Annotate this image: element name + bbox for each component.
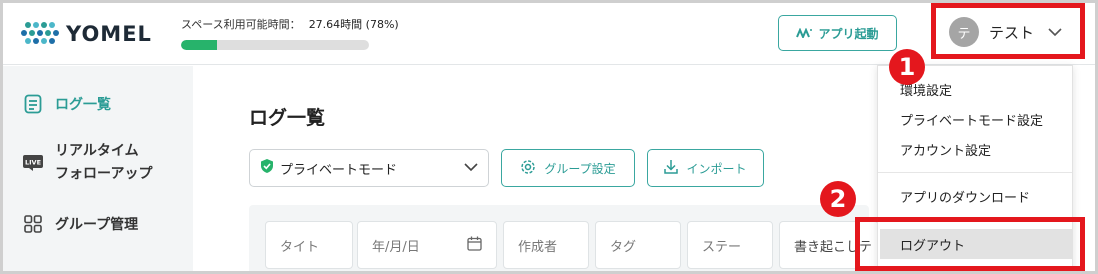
- sidebar-item-label-line1: リアルタイム: [55, 143, 139, 159]
- grid-icon: [23, 214, 43, 234]
- app-window: YOMEL スペース利用可能時間： 27.64時間 (78%) アプリ起動 テ …: [0, 0, 1098, 274]
- usage-progress-bar: [181, 40, 369, 50]
- step-badge-2: 2: [820, 181, 856, 217]
- brand-name: YOMEL: [66, 22, 152, 46]
- mode-select[interactable]: プライベートモード: [249, 149, 489, 187]
- filter-bar: タイト 年/月/日 作成者 タグ ステー 書き起こしテ: [249, 205, 879, 271]
- menu-divider: [878, 172, 1072, 173]
- date-filter-placeholder: 年/月/日: [372, 239, 420, 255]
- gear-icon: [520, 159, 536, 178]
- sidebar-item-realtime-followup[interactable]: LIVE リアルタイム フォローアップ: [23, 140, 152, 186]
- sidebar-item-logs[interactable]: ログ一覧: [23, 94, 111, 114]
- download-icon: [664, 159, 679, 177]
- highlight-box-user-menu: [931, 3, 1085, 59]
- logo[interactable]: YOMEL: [20, 19, 152, 49]
- group-settings-label: グループ設定: [544, 161, 616, 176]
- sidebar-item-label-line2: フォローアップ: [55, 166, 153, 182]
- yomel-mark-icon: [796, 28, 813, 38]
- menu-item-app-download[interactable]: アプリのダウンロード: [900, 187, 1030, 206]
- sidebar: ログ一覧 LIVE リアルタイム フォローアップ グループ管理: [3, 66, 193, 271]
- shield-check-icon: [260, 158, 274, 178]
- step-badge-1: 1: [889, 49, 925, 85]
- menu-item-private-mode-settings[interactable]: プライベートモード設定: [900, 110, 1043, 129]
- tag-filter-input[interactable]: タグ: [595, 221, 681, 269]
- sidebar-item-label: グループ管理: [55, 217, 139, 233]
- highlight-box-logout: [855, 217, 1085, 271]
- menu-item-account-settings[interactable]: アカウント設定: [900, 140, 991, 159]
- usage-meter: スペース利用可能時間： 27.64時間 (78%): [181, 16, 399, 50]
- title-filter-input[interactable]: タイト: [265, 221, 353, 269]
- mode-select-value: プライベートモード: [280, 162, 398, 178]
- status-filter-input[interactable]: ステー: [687, 221, 773, 269]
- date-filter-input[interactable]: 年/月/日: [357, 221, 497, 269]
- import-button[interactable]: インポート: [647, 149, 764, 187]
- import-label: インポート: [686, 161, 747, 176]
- app-launch-label: アプリ起動: [818, 26, 879, 41]
- calendar-icon: [467, 236, 482, 255]
- usage-label: スペース利用可能時間：: [181, 18, 301, 31]
- app-launch-button[interactable]: アプリ起動: [778, 15, 897, 51]
- live-icon: LIVE: [23, 153, 43, 173]
- chevron-down-icon: [464, 161, 478, 176]
- sidebar-item-group-management[interactable]: グループ管理: [23, 214, 138, 234]
- group-settings-button[interactable]: グループ設定: [501, 149, 635, 187]
- author-filter-input[interactable]: 作成者: [503, 221, 589, 269]
- svg-text:LIVE: LIVE: [25, 159, 41, 167]
- usage-value: 27.64時間 (78%): [308, 18, 399, 31]
- document-icon: [23, 94, 43, 114]
- sidebar-item-label: ログ一覧: [55, 97, 111, 113]
- yomel-logo-icon: [21, 22, 59, 44]
- page-title: ログ一覧: [249, 107, 326, 129]
- usage-progress-fill: [181, 40, 217, 50]
